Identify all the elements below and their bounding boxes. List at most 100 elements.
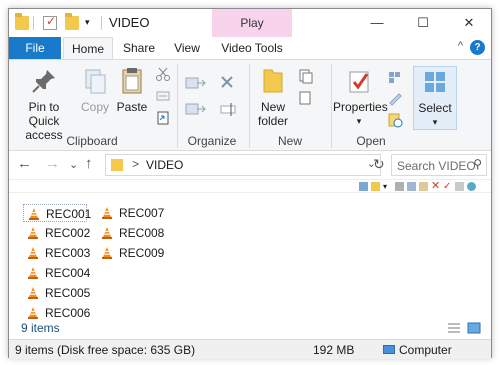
ribbon-tabs: File Home Share View Video Tools ^ ? [9,37,491,59]
file-item[interactable]: REC004 [23,264,90,282]
rename-icon[interactable] [455,182,464,191]
search-input[interactable]: Search VIDEO ⚲ [391,154,487,176]
divider [33,16,34,30]
vlc-cone-icon [102,247,112,259]
folder-icon[interactable] [371,182,380,191]
select-grid-icon [425,72,445,92]
paste-label: Paste [116,100,148,114]
large-icons-view-icon[interactable] [467,322,481,334]
dropdown-icon[interactable]: ▾ [383,182,392,191]
file-item[interactable]: REC007 [97,204,165,222]
up-button[interactable]: ↑ [85,155,93,172]
collapse-ribbon-icon[interactable]: ^ [458,40,463,52]
vlc-cone-icon [28,267,38,279]
open-icon[interactable] [387,68,403,84]
file-item[interactable]: REC005 [23,284,90,302]
select-label: Select [418,101,452,115]
copy-icon [85,69,106,94]
easy-access-icon[interactable] [297,90,313,106]
file-name: REC003 [45,246,91,260]
paste-shortcut-icon[interactable] [155,110,171,126]
address-bar[interactable]: > VIDEO ⌄ [105,154,381,176]
copy-path-icon[interactable] [155,88,171,104]
new-folder-icon[interactable] [65,13,79,30]
file-item[interactable]: REC009 [97,244,165,262]
back-button[interactable]: ← [17,155,32,172]
minimize-button[interactable]: — [357,9,397,37]
copy-to-icon[interactable] [185,100,207,118]
paste-icon[interactable] [419,182,428,191]
file-item[interactable]: REC008 [97,224,165,242]
folder-icon [111,159,123,171]
forward-button[interactable]: → [45,155,60,172]
properties-icon [349,71,369,93]
paste-button[interactable]: Paste [113,66,151,114]
vlc-cone-icon [28,247,38,259]
ribbon: Pin to Quick access Copy Paste Clipboard [9,59,491,151]
close-button[interactable]: ✕ [449,9,489,37]
help-icon[interactable]: ? [470,40,485,55]
delete-icon[interactable]: ✕ [431,181,440,192]
file-item[interactable]: REC006 [23,304,90,322]
properties-check-icon[interactable]: ✓ [443,182,452,192]
explorer-window: ✓ ▾ VIDEO Play — ☐ ✕ File Home Share Vie… [8,8,492,359]
tab-video-tools[interactable]: Video Tools [212,37,292,59]
tab-view[interactable]: View [167,37,207,59]
globe-icon[interactable] [467,182,476,191]
vlc-cone-icon [28,227,38,239]
organize-group-label: Organize [187,134,237,148]
details-view-icon[interactable] [447,322,461,334]
file-name: REC007 [119,206,165,220]
file-item[interactable]: REC003 [23,244,91,262]
vlc-cone-icon [28,307,38,319]
tab-file[interactable]: File [9,37,61,59]
divider [101,16,102,30]
properties-button[interactable]: Properties ▾ [333,66,388,128]
new-item-icon[interactable] [297,68,313,84]
move-to-icon[interactable] [185,74,207,92]
cut-icon[interactable] [395,182,404,191]
clipboard-group-label: Clipboard [66,134,118,148]
item-count: 9 items [21,321,60,335]
view-pane-icon[interactable] [359,182,368,191]
properties-label: Properties [333,100,388,114]
cut-icon[interactable] [155,66,171,82]
file-name: REC002 [45,226,91,240]
play-context-tab-header: Play [212,9,292,37]
new-folder-button[interactable]: New folder [253,66,293,128]
breadcrumb-chevron-icon[interactable]: > [132,157,139,171]
file-name: REC001 [46,207,92,221]
search-placeholder: Search VIDEO [397,159,476,173]
customize-quick-access-dropdown[interactable]: ▾ [85,17,90,28]
edit-icon[interactable] [387,90,403,106]
status-bar: 9 items (Disk free space: 635 GB) 192 MB… [9,339,491,359]
copy-icon[interactable] [407,182,416,191]
vlc-cone-icon [29,208,39,220]
file-item[interactable]: REC001 [23,204,91,222]
new-folder-label: New folder [257,100,289,128]
pin-to-quick-access-button[interactable]: Pin to Quick access [13,66,75,142]
rename-icon[interactable] [219,100,239,118]
recent-locations-dropdown[interactable]: ⌄ [69,158,78,171]
file-name: REC009 [119,246,165,260]
vlc-cone-icon [28,287,38,299]
breadcrumb[interactable]: VIDEO [146,158,183,172]
tab-share[interactable]: Share [119,37,159,59]
status-size: 192 MB [313,343,355,357]
tab-home[interactable]: Home [63,37,113,59]
history-icon[interactable] [387,112,403,128]
properties-check-icon[interactable]: ✓ [43,14,57,30]
file-name: REC008 [119,226,165,240]
refresh-icon[interactable]: ↻ [373,156,385,173]
navigation-bar: ← → ⌄ ↑ > VIDEO ⌄ ↻ Search VIDEO ⚲ [9,151,491,179]
mini-toolbar: ▾ ✕ ✓ [9,179,491,193]
file-list: REC001 REC002 REC003 REC004 REC005 REC006 REC… [9,194,491,335]
delete-icon[interactable] [219,74,239,92]
maximize-button[interactable]: ☐ [403,9,443,37]
search-icon: ⚲ [473,157,482,171]
open-group-label: Open [356,134,386,148]
select-button[interactable]: Select ▾ [413,66,457,130]
file-item[interactable]: REC002 [23,224,91,242]
copy-button[interactable]: Copy [77,66,113,114]
folder-icon[interactable] [15,13,29,30]
